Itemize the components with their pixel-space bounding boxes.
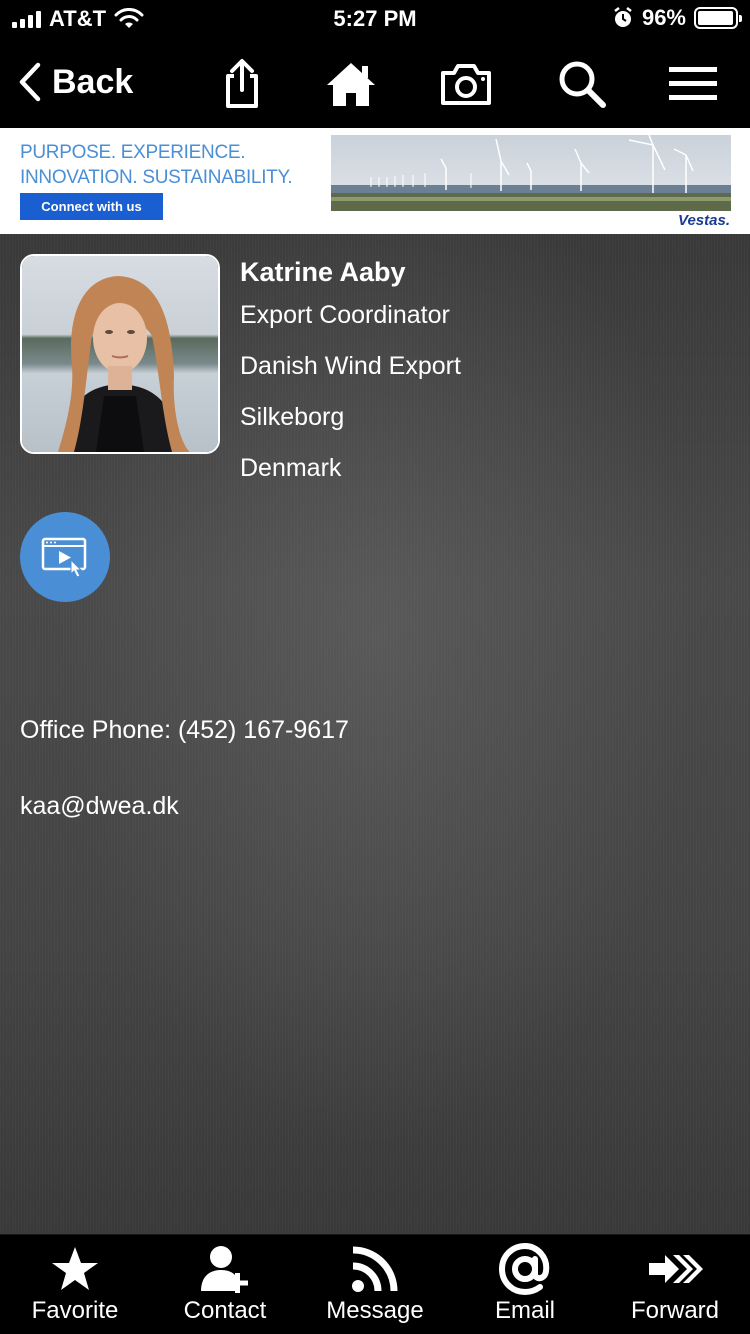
search-icon[interactable] [554,58,610,110]
chevron-left-icon [19,62,41,102]
battery-icon [694,7,742,29]
status-bar: AT&T 5:27 PM 96% [0,0,750,40]
back-label: Back [52,62,134,101]
add-contact-icon [199,1235,251,1297]
tab-forward-label: Forward [630,1297,720,1324]
contact-title: Export Coordinator [240,301,450,329]
status-right: 96% [612,5,742,31]
vestas-logo: Vestas. [678,212,730,229]
tab-contact-label: Contact [183,1297,267,1324]
menu-icon[interactable] [665,58,721,110]
connect-button[interactable]: Connect with us [20,193,163,220]
battery-percent: 96% [641,5,686,30]
rss-icon [350,1235,400,1297]
camera-icon[interactable] [438,58,494,110]
banner-headline: PURPOSE. EXPERIENCE. INNOVATION. SUSTAIN… [20,140,293,190]
contact-email[interactable]: kaa@dwea.dk [20,792,179,821]
forward-icon [647,1235,703,1297]
tab-contact[interactable]: Contact [150,1235,300,1334]
home-icon[interactable] [323,58,379,110]
contact-info: Katrine Aaby Export Coordinator Danish W… [240,254,461,494]
profile-photo [20,254,220,454]
video-button[interactable] [20,512,110,602]
video-screen-icon [41,537,87,578]
tab-forward[interactable]: Forward [600,1235,750,1334]
tab-email-label: Email [494,1297,555,1324]
at-icon [499,1235,551,1297]
alarm-icon [614,7,632,27]
contact-city: Silkeborg [240,403,345,431]
contact-name: Katrine Aaby [240,257,406,287]
contact-country: Denmark [240,454,342,482]
wind-farm-image [331,135,731,211]
banner-line2: INNOVATION. SUSTAINABILITY. [20,167,293,188]
star-icon [50,1235,100,1297]
office-phone[interactable]: Office Phone: (452) 167-9617 [20,716,349,745]
tab-email[interactable]: Email [450,1235,600,1334]
tab-message-label: Message [326,1297,424,1324]
tab-bar: Favorite Contact Message Email Forward [0,1234,750,1334]
share-icon[interactable] [214,58,270,110]
contact-company: Danish Wind Export [240,352,461,380]
back-button[interactable]: Back [18,62,133,102]
tab-favorite[interactable]: Favorite [0,1235,150,1334]
banner-line1: PURPOSE. EXPERIENCE. [20,142,246,163]
nav-bar: Back [0,40,750,128]
contact-detail: Katrine Aaby Export Coordinator Danish W… [0,234,750,1234]
tab-favorite-label: Favorite [31,1297,119,1324]
banner-ad[interactable]: PURPOSE. EXPERIENCE. INNOVATION. SUSTAIN… [0,128,750,234]
tab-message[interactable]: Message [300,1235,450,1334]
